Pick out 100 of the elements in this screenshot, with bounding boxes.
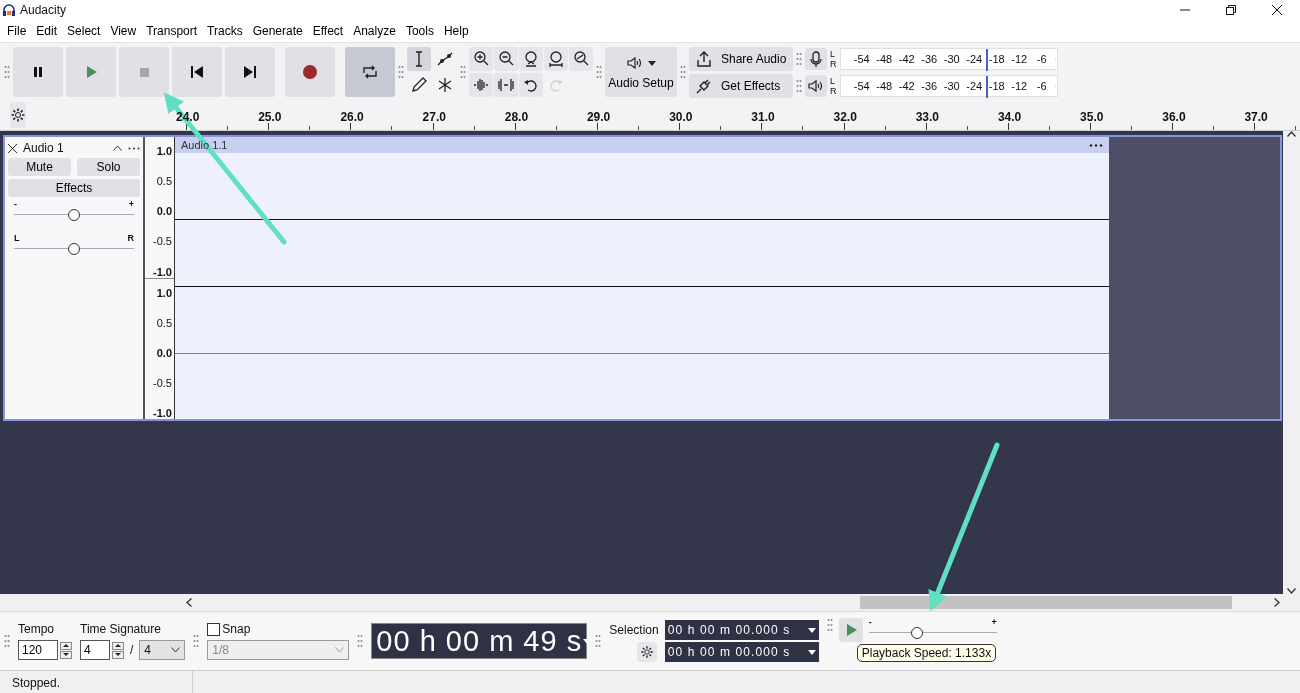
- menu-item[interactable]: File: [2, 24, 32, 38]
- scroll-up-icon[interactable]: [1287, 131, 1296, 137]
- menu-item[interactable]: Help: [438, 24, 474, 38]
- speaker-button[interactable]: [805, 74, 827, 97]
- slider-min-label: L: [14, 234, 20, 243]
- spin-up-button[interactable]: [112, 641, 124, 650]
- effects-button[interactable]: Effects: [8, 179, 140, 197]
- scroll-right-icon[interactable]: [1274, 598, 1280, 607]
- scale-label: -0.5: [153, 235, 172, 248]
- play-at-speed-button[interactable]: [838, 618, 863, 642]
- grip-icon[interactable]: [796, 51, 802, 66]
- scale-label: 0.0: [156, 346, 172, 359]
- menu-item[interactable]: Analyze: [348, 24, 401, 38]
- share-audio-button[interactable]: Share Audio: [689, 46, 793, 71]
- scrollbar-thumb[interactable]: [860, 596, 1232, 609]
- edit-tool-button[interactable]: [494, 47, 518, 71]
- audio-setup-button[interactable]: Audio Setup: [605, 47, 677, 97]
- time-signature-label: Time Signature: [80, 622, 162, 636]
- get-effects-button[interactable]: Get Effects: [689, 73, 793, 98]
- settings-button[interactable]: [637, 642, 658, 662]
- grip-icon[interactable]: [460, 65, 466, 79]
- spin-down-button[interactable]: [112, 650, 124, 659]
- slider-thumb[interactable]: [910, 627, 923, 639]
- settings-button[interactable]: [10, 102, 26, 128]
- tool-button[interactable]: [407, 47, 431, 71]
- edit-tool-button[interactable]: [544, 47, 568, 71]
- scale-label: 0.0: [156, 205, 172, 218]
- edit-tool-button[interactable]: [469, 47, 493, 71]
- scale-label: 0.5: [156, 175, 172, 188]
- selection-end-field[interactable]: 00 h 00 m 00.000 s: [664, 642, 819, 662]
- transport-button[interactable]: [13, 47, 63, 97]
- slider-thumb[interactable]: [68, 209, 80, 221]
- scroll-down-icon[interactable]: [1287, 588, 1296, 594]
- more-icon[interactable]: [128, 146, 140, 150]
- menu-item[interactable]: Edit: [31, 24, 63, 38]
- caret-icon: [583, 638, 592, 644]
- tempo-field[interactable]: 120: [18, 640, 58, 660]
- status-text: Stopped.: [0, 671, 193, 693]
- zoom-fit-icon: [522, 50, 540, 68]
- ruler-label: 37.0: [1244, 110, 1268, 124]
- collapse-icon[interactable]: [113, 145, 122, 151]
- slider[interactable]: - +: [14, 200, 134, 220]
- note-value-dropdown[interactable]: 4: [139, 640, 186, 660]
- settings-icon: [10, 107, 26, 123]
- scroll-left-icon[interactable]: [186, 598, 192, 607]
- record-icon: [301, 63, 319, 81]
- grip-icon[interactable]: [680, 65, 686, 79]
- mute-button[interactable]: Mute: [8, 158, 71, 176]
- spin-down-button[interactable]: [60, 650, 72, 659]
- grip-icon[interactable]: [796, 78, 802, 93]
- menu-item[interactable]: Select: [62, 24, 106, 38]
- slider[interactable]: L R: [14, 234, 134, 254]
- snap-label[interactable]: Snap: [222, 622, 251, 636]
- grip-icon[interactable]: [398, 65, 404, 79]
- zoom-toggle-icon: [572, 50, 590, 68]
- grip-icon[interactable]: [4, 65, 10, 79]
- close-icon[interactable]: [8, 143, 17, 153]
- slider-max-label: +: [128, 200, 134, 209]
- scale-label: -0.5: [153, 376, 172, 389]
- menu-item[interactable]: Tools: [400, 24, 439, 38]
- solo-button[interactable]: Solo: [77, 158, 140, 176]
- slider-thumb[interactable]: [68, 243, 80, 255]
- grip-icon[interactable]: [193, 634, 200, 648]
- level-meter[interactable]: -54 -48 -42 -36 -30 -24 -18 -12 -6: [839, 47, 1058, 70]
- window-title: Audacity: [20, 3, 67, 17]
- grip-icon[interactable]: [595, 634, 602, 648]
- track-name[interactable]: Audio 1: [23, 141, 64, 155]
- menu-item[interactable]: Effect: [307, 24, 349, 38]
- clip-header[interactable]: Audio 1.1: [175, 137, 1109, 153]
- channel-label: L: [830, 48, 836, 59]
- grip-icon[interactable]: [357, 634, 364, 648]
- menu-item[interactable]: Tracks: [202, 24, 248, 38]
- time-display[interactable]: 00 h 00 m 49 s: [371, 623, 588, 659]
- menu-item[interactable]: View: [105, 24, 142, 38]
- grip-icon[interactable]: [826, 618, 833, 632]
- microphone-button[interactable]: [805, 47, 827, 70]
- more-icon[interactable]: [1089, 143, 1103, 147]
- beats-field[interactable]: 4: [80, 640, 110, 660]
- edit-tool-button[interactable]: [519, 47, 543, 71]
- edit-tool-button[interactable]: [569, 47, 593, 71]
- menu-item[interactable]: Transport: [141, 24, 203, 38]
- ruler-label: 30.0: [669, 110, 693, 124]
- transport-button[interactable]: [172, 47, 222, 97]
- spin-up-button[interactable]: [60, 641, 72, 650]
- loop-icon: [361, 63, 379, 81]
- level-meter[interactable]: -54 -48 -42 -36 -30 -24 -18 -12 -6: [839, 74, 1058, 97]
- transport-button[interactable]: [225, 47, 275, 97]
- grip-icon[interactable]: [4, 634, 10, 648]
- microphone-icon: [807, 49, 825, 68]
- scale-label: 0.5: [156, 316, 172, 329]
- grip-icon[interactable]: [596, 65, 602, 79]
- selection-start-field[interactable]: 00 h 00 m 00.000 s: [664, 620, 819, 640]
- tooltip: Playback Speed: 1.133x: [856, 644, 997, 662]
- menu-item[interactable]: Generate: [247, 24, 308, 38]
- slider[interactable]: - +: [868, 618, 997, 638]
- snap-checkbox[interactable]: [207, 622, 221, 636]
- upload-icon: [695, 49, 713, 68]
- clip-name[interactable]: Audio 1.1: [181, 139, 228, 151]
- ruler-label: 33.0: [915, 110, 940, 124]
- edit-tool-button[interactable]: [519, 73, 543, 97]
